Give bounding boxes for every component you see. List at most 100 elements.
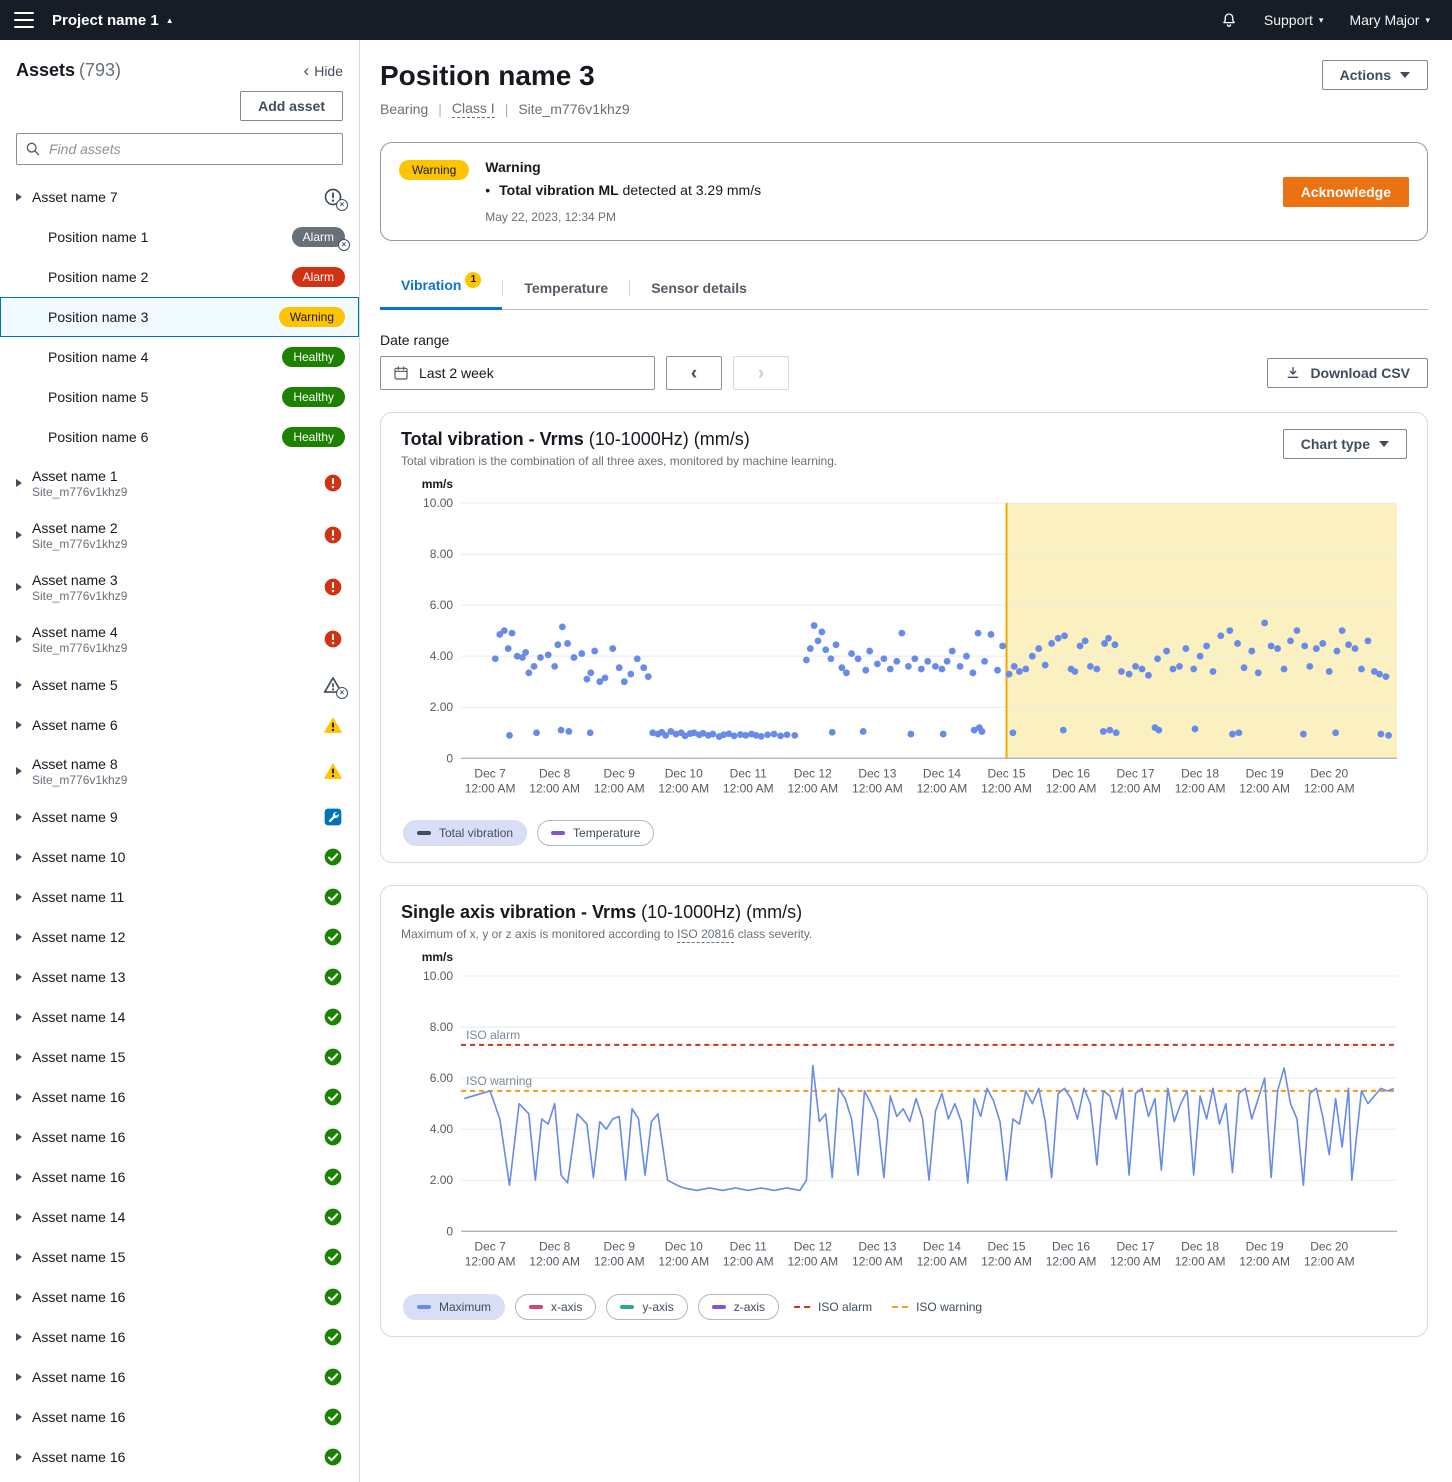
asset-row[interactable]: Asset name 16 <box>0 1077 359 1117</box>
svg-text:Dec 9: Dec 9 <box>604 1240 636 1254</box>
expand-caret-icon[interactable] <box>16 1293 22 1301</box>
class-info-link[interactable]: Class I <box>452 100 495 118</box>
single-axis-plot[interactable]: 02.004.006.008.0010.00mm/sDec 712:00 AMD… <box>401 951 1407 1283</box>
menu-icon[interactable] <box>14 12 34 28</box>
position-row[interactable]: Position name 3Warning <box>0 297 359 337</box>
single-axis-chart[interactable]: 02.004.006.008.0010.00mm/sDec 712:00 AMD… <box>401 951 1407 1283</box>
tab-sensor-details[interactable]: Sensor details <box>630 270 768 309</box>
asset-row[interactable]: Asset name 16 <box>0 1117 359 1157</box>
asset-row[interactable]: Asset name 2Site_m776v1khz9 <box>0 509 359 561</box>
asset-row[interactable]: Asset name 11 <box>0 877 359 917</box>
expand-caret-icon[interactable] <box>16 933 22 941</box>
position-row[interactable]: Position name 6Healthy <box>0 417 359 457</box>
expand-caret-icon[interactable] <box>16 1333 22 1341</box>
legend-temperature[interactable]: Temperature <box>537 820 654 846</box>
asset-row[interactable]: Asset name 16 <box>0 1437 359 1477</box>
position-row[interactable]: Position name 5Healthy <box>0 377 359 417</box>
expand-caret-icon[interactable] <box>16 1173 22 1181</box>
add-asset-button[interactable]: Add asset <box>240 91 343 121</box>
asset-row[interactable]: Asset name 5× <box>0 665 359 705</box>
asset-row[interactable]: Asset name 12 <box>0 917 359 957</box>
position-name: Position name 4 <box>48 349 282 365</box>
expand-caret-icon[interactable] <box>16 681 22 689</box>
expand-caret-icon[interactable] <box>16 583 22 591</box>
asset-row[interactable]: Asset name 16 <box>0 1357 359 1397</box>
expand-caret-icon[interactable] <box>16 1133 22 1141</box>
expand-caret-icon[interactable] <box>16 193 22 201</box>
tab-temperature[interactable]: Temperature <box>503 270 629 309</box>
chart-title: Single axis vibration - Vrms (10-1000Hz)… <box>401 902 812 923</box>
asset-row[interactable]: Asset name 3Site_m776v1khz9 <box>0 561 359 613</box>
expand-caret-icon[interactable] <box>16 1453 22 1461</box>
asset-name: Asset name 16 <box>32 1329 323 1345</box>
expand-caret-icon[interactable] <box>16 1413 22 1421</box>
expand-caret-icon[interactable] <box>16 1013 22 1021</box>
asset-row[interactable]: Asset name 9 <box>0 797 359 837</box>
asset-row[interactable]: Asset name 15 <box>0 1237 359 1277</box>
legend-iso-warning[interactable]: ISO warning <box>887 1294 987 1320</box>
expand-caret-icon[interactable] <box>16 853 22 861</box>
legend-z-axis[interactable]: z-axis <box>698 1294 779 1320</box>
expand-caret-icon[interactable] <box>16 893 22 901</box>
asset-row[interactable]: Asset name 6 <box>0 705 359 745</box>
asset-row[interactable]: Asset name 16 <box>0 1317 359 1357</box>
asset-row[interactable]: Asset name 7× <box>0 177 359 217</box>
expand-caret-icon[interactable] <box>16 767 22 775</box>
expand-caret-icon[interactable] <box>16 721 22 729</box>
hide-panel-link[interactable]: ‹ Hide <box>304 62 343 79</box>
asset-row[interactable]: Asset name 14 <box>0 1197 359 1237</box>
tab-vibration[interactable]: Vibration1 <box>380 267 502 309</box>
svg-text:Dec 9: Dec 9 <box>604 766 636 780</box>
total-vibration-chart[interactable]: 02.004.006.008.0010.00mm/sDec 712:00 AMD… <box>401 478 1407 810</box>
expand-caret-icon[interactable] <box>16 531 22 539</box>
status-healthy-icon <box>323 847 343 867</box>
svg-text:Dec 8: Dec 8 <box>539 1240 571 1254</box>
position-row[interactable]: Position name 2Alarm <box>0 257 359 297</box>
asset-row[interactable]: Asset name 1Site_m776v1khz9 <box>0 457 359 509</box>
previous-period-button[interactable]: ‹ <box>666 356 722 390</box>
download-csv-button[interactable]: Download CSV <box>1267 358 1428 388</box>
expand-caret-icon[interactable] <box>16 479 22 487</box>
user-menu[interactable]: Mary Major▾ <box>1349 12 1430 28</box>
next-period-button[interactable]: › <box>733 356 789 390</box>
legend-y-axis[interactable]: y-axis <box>606 1294 687 1320</box>
actions-button[interactable]: Actions <box>1322 60 1428 90</box>
expand-caret-icon[interactable] <box>16 973 22 981</box>
asset-row[interactable]: Asset name 16 <box>0 1157 359 1197</box>
chart-type-button[interactable]: Chart type <box>1283 429 1407 459</box>
expand-caret-icon[interactable] <box>16 635 22 643</box>
asset-row[interactable]: Asset name 8Site_m776v1khz9 <box>0 745 359 797</box>
total-vibration-plot[interactable]: 02.004.006.008.0010.00mm/sDec 712:00 AMD… <box>401 478 1407 810</box>
legend-iso-alarm[interactable]: ISO alarm <box>789 1294 877 1320</box>
project-name-menu[interactable]: Project name 1 ▲ <box>52 12 174 29</box>
status-healthy-icon <box>323 1447 343 1467</box>
expand-caret-icon[interactable] <box>16 1253 22 1261</box>
asset-row[interactable]: Asset name 14 <box>0 997 359 1037</box>
expand-caret-icon[interactable] <box>16 1373 22 1381</box>
legend-x-axis[interactable]: x-axis <box>515 1294 596 1320</box>
position-row[interactable]: Position name 1Alarm× <box>0 217 359 257</box>
asset-row[interactable]: Asset name 13 <box>0 957 359 997</box>
support-menu[interactable]: Support▾ <box>1264 12 1324 28</box>
asset-row[interactable]: Asset name 15 <box>0 1037 359 1077</box>
notifications-icon[interactable] <box>1220 11 1238 29</box>
asset-row[interactable]: Asset name 16 <box>0 1397 359 1437</box>
search-input[interactable] <box>16 133 343 165</box>
iso-standard-link[interactable]: ISO 20816 <box>677 927 734 943</box>
expand-caret-icon[interactable] <box>16 1213 22 1221</box>
expand-caret-icon[interactable] <box>16 1093 22 1101</box>
svg-text:12:00 AM: 12:00 AM <box>1110 781 1161 795</box>
warning-alert: Warning Warning • Total vibration ML det… <box>380 142 1428 241</box>
expand-caret-icon[interactable] <box>16 1053 22 1061</box>
acknowledge-button[interactable]: Acknowledge <box>1283 177 1409 207</box>
expand-caret-icon[interactable] <box>16 813 22 821</box>
asset-name: Asset name 8 <box>32 756 323 772</box>
legend-total-vibration[interactable]: Total vibration <box>403 820 527 846</box>
asset-row[interactable]: Asset name 10 <box>0 837 359 877</box>
position-row[interactable]: Position name 4Healthy <box>0 337 359 377</box>
legend-maximum[interactable]: Maximum <box>403 1294 505 1320</box>
legend-marker <box>417 1305 431 1309</box>
asset-row[interactable]: Asset name 4Site_m776v1khz9 <box>0 613 359 665</box>
asset-row[interactable]: Asset name 16 <box>0 1277 359 1317</box>
date-range-select[interactable]: Last 2 week <box>380 356 655 390</box>
